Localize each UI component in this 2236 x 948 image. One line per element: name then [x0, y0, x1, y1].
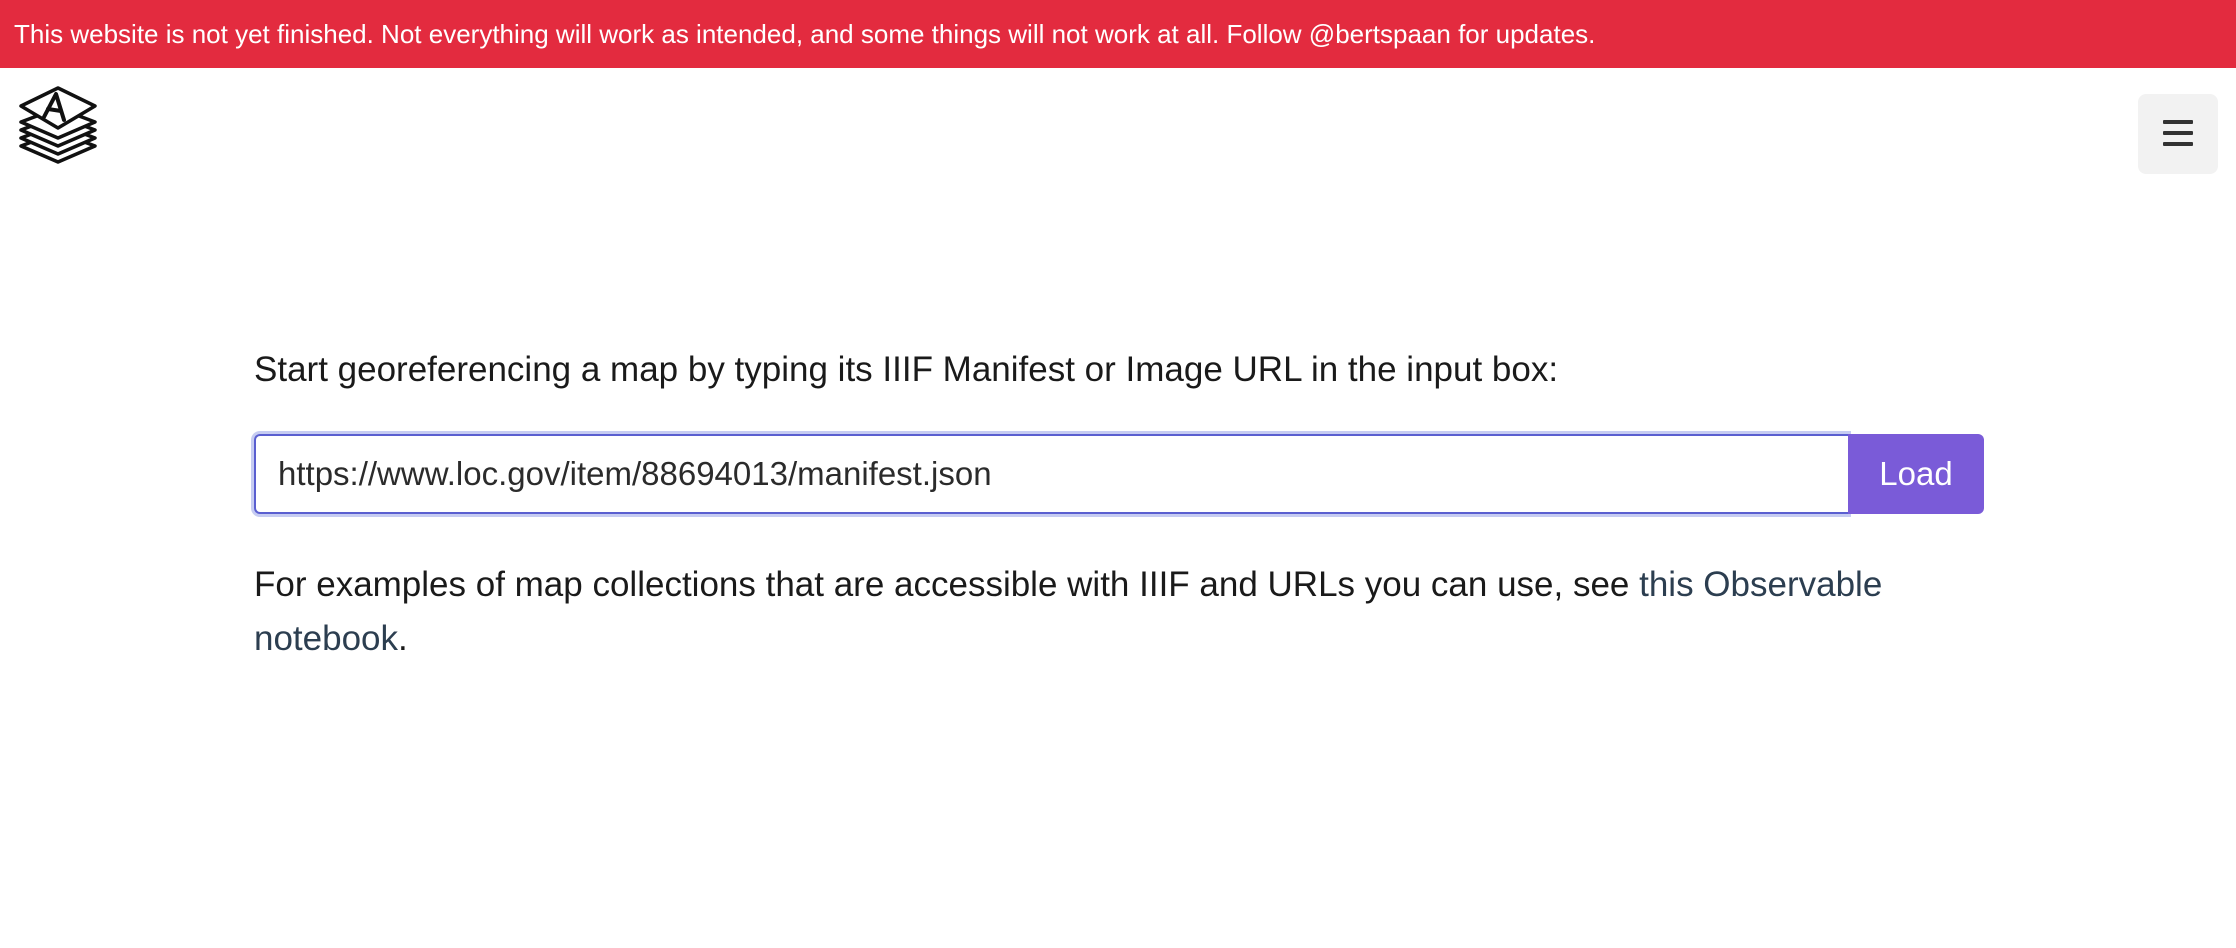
warning-banner-text: This website is not yet finished. Not ev… — [14, 19, 1596, 49]
url-form: Load — [254, 434, 1984, 514]
examples-prefix: For examples of map collections that are… — [254, 565, 1640, 604]
warning-banner: This website is not yet finished. Not ev… — [0, 0, 2236, 68]
examples-text: For examples of map collections that are… — [254, 558, 1984, 666]
url-input[interactable] — [254, 434, 1848, 514]
hamburger-menu-icon — [2163, 119, 2193, 149]
main-content: Start georeferencing a map by typing its… — [254, 340, 1984, 658]
intro-text: Start georeferencing a map by typing its… — [254, 350, 1559, 389]
stacked-layers-logo-icon[interactable] — [18, 84, 98, 170]
load-button[interactable]: Load — [1848, 434, 1984, 514]
hamburger-menu-button[interactable] — [2138, 94, 2218, 174]
header — [0, 68, 2236, 198]
examples-suffix: . — [398, 619, 408, 658]
